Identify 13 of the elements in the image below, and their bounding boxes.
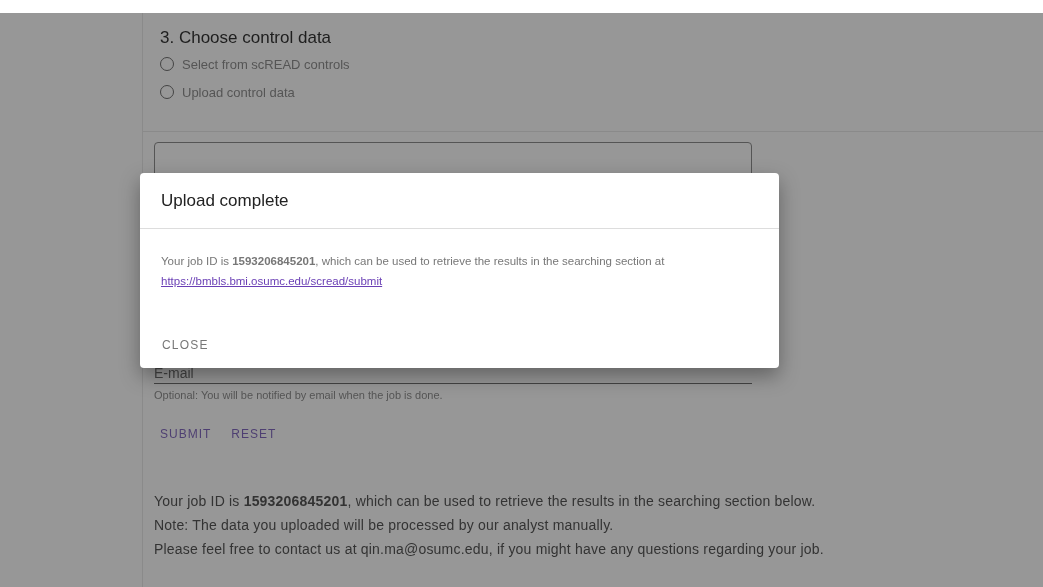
info-message: Please feel free to contact us at qin.ma@osumc.edu, if you might have any questions regarding your job. (154, 541, 825, 557)
form-button[interactable]: SUBMIT (154, 421, 218, 447)
radio-label: Upload control data (182, 84, 295, 100)
helper-text: Optional: You will be notified by email when the job is done. (154, 389, 444, 401)
info-message: Your job ID is 1593206845201, which can be used to retrieve the results in the searching section below. (154, 493, 817, 509)
close-button[interactable]: CLOSE (154, 332, 217, 358)
dialog-title: Upload complete (140, 173, 779, 229)
info-message: Note: The data you uploaded will be processed by our analyst manually. (154, 517, 615, 533)
dialog-message: Your job ID is 1593206845201, which can be used to retrieve the results in the searching section at https://bmbls.bmi.osumc.edu/scread/submit (160, 254, 666, 289)
section-title: 3. Choose control data (160, 28, 333, 48)
radio-label: Select from scREAD controls (182, 56, 350, 72)
form-button[interactable]: RESET (225, 421, 283, 447)
submit-link[interactable]: https://bmbls.bmi.osumc.edu/scread/submit (161, 275, 383, 287)
